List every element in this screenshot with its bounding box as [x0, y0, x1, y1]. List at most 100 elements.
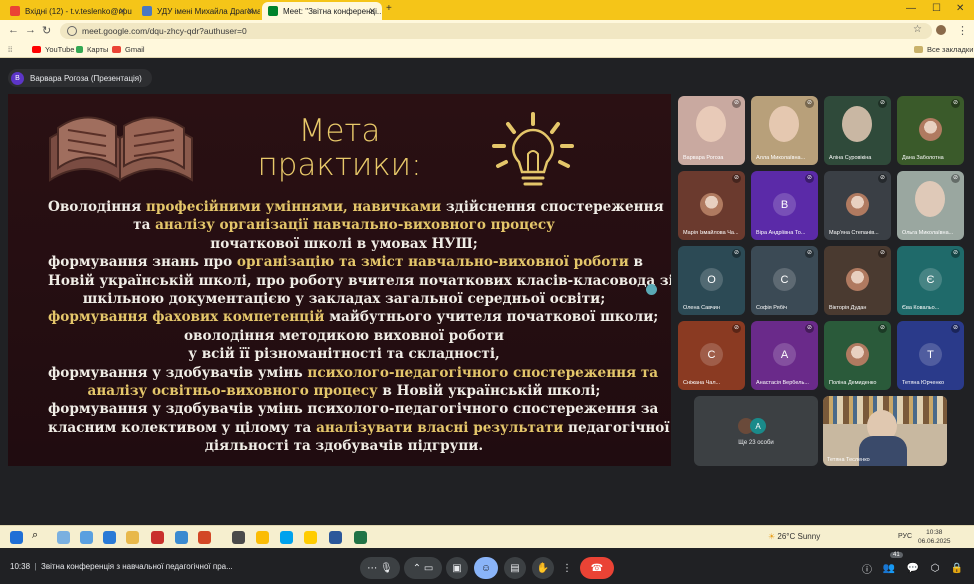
participant-name: Віра Андріївна То...: [756, 230, 806, 236]
participant-name: Аліна Суровікіна: [829, 155, 872, 161]
raise-hand-button[interactable]: ✋: [532, 557, 554, 579]
teams-icon[interactable]: [280, 531, 293, 544]
participant-name: Єва Ковальо...: [902, 305, 940, 311]
participant-tile[interactable]: Є ⊘ Єва Ковальо...: [897, 246, 964, 315]
clock[interactable]: 10:38 06.06.2025: [918, 528, 951, 546]
gmail-icon: [10, 6, 20, 16]
captions-button[interactable]: ▣: [446, 557, 468, 579]
powerpoint-icon[interactable]: [198, 531, 211, 544]
camera-button[interactable]: ⌃ ▭: [404, 557, 442, 579]
close-icon[interactable]: ✕: [246, 6, 254, 17]
activities-icon[interactable]: ⬡: [928, 557, 942, 579]
presentation-slide: Мета практики: Оволодіння професійними у…: [8, 94, 671, 466]
maximize-icon[interactable]: ☐: [932, 3, 941, 14]
more-options-icon[interactable]: ⋮: [560, 557, 574, 579]
info-icon[interactable]: ⓘ: [860, 557, 874, 579]
participant-tile[interactable]: ⊘ Ольга Миколаївна...: [897, 171, 964, 240]
slide-text: Оволодіння: [48, 199, 146, 215]
participant-tile[interactable]: ⊘ Варвара Рогоза: [678, 96, 745, 165]
profile-avatar[interactable]: [936, 25, 946, 35]
participant-tile[interactable]: ⊘ Аліна Суровікіна: [824, 96, 891, 165]
telegram-icon[interactable]: [175, 531, 188, 544]
word-icon[interactable]: [329, 531, 342, 544]
leave-call-button[interactable]: ☎: [580, 557, 614, 579]
participant-tile[interactable]: ⊘ Вікторія Дудан: [824, 246, 891, 315]
slide-text-line: формування у здобувачів умінь психолого-…: [48, 364, 658, 382]
tab-gmail[interactable]: Вхідні (12) - t.v.teslenko@npu.ed ✕: [4, 2, 132, 20]
close-icon[interactable]: ✕: [368, 6, 376, 17]
slide-body: Оволодіння професійними уміннями, навичк…: [48, 198, 671, 456]
mic-off-icon: ⊘: [805, 174, 814, 183]
self-view-tile[interactable]: Тетяна Тесленко: [823, 396, 947, 466]
meet-icon: [268, 6, 278, 16]
star-icon[interactable]: ☆: [913, 24, 922, 35]
participant-name: Тетяна Юрченко: [902, 380, 945, 386]
gmail-icon: [112, 46, 121, 53]
participant-tile[interactable]: Т ⊘ Тетяна Юрченко: [897, 321, 964, 390]
participant-avatar: В: [773, 193, 796, 216]
present-button[interactable]: ▤: [504, 557, 526, 579]
mail-icon[interactable]: [103, 531, 116, 544]
apps-icon[interactable]: ⁞⁞: [8, 45, 12, 54]
copilot-icon[interactable]: [57, 531, 70, 544]
new-tab-button[interactable]: +: [386, 3, 392, 14]
slide-highlight: формування фахових компетенцій: [48, 309, 325, 326]
tab-university[interactable]: УДУ імені Михайла Драгоманова ✕: [136, 2, 260, 20]
close-icon[interactable]: ✕: [118, 6, 126, 17]
forward-icon[interactable]: →: [25, 24, 36, 36]
tab-meet[interactable]: Meet: "Звітна конференці... ✕: [262, 2, 382, 20]
participant-tile[interactable]: ⊘ Марія Ізмайлова Ча...: [678, 171, 745, 240]
slide-highlight: організацію та зміст навчально-виховної …: [236, 254, 629, 271]
presenter-chip[interactable]: B Варвара Рогоза (Презентація): [8, 69, 152, 87]
bookmark-maps[interactable]: Карты: [76, 45, 108, 54]
participant-avatar: [846, 343, 869, 366]
back-icon[interactable]: ←: [8, 24, 19, 36]
zoom-icon[interactable]: [304, 531, 317, 544]
app-icon[interactable]: [232, 531, 245, 544]
site-info-icon[interactable]: [67, 26, 77, 36]
mic-off-icon: ⊘: [951, 99, 960, 108]
browser-tab-bar: Вхідні (12) - t.v.teslenko@npu.ed ✕ УДУ …: [0, 0, 974, 20]
menu-icon[interactable]: ⋮: [957, 24, 968, 37]
slide-text: класним колективом у цілому та: [48, 419, 317, 436]
participant-face: [915, 181, 945, 217]
explorer-icon[interactable]: [126, 531, 139, 544]
participant-name: Дана Заболотна: [902, 155, 944, 161]
language-indicator[interactable]: РУС: [898, 533, 912, 540]
emoji-button[interactable]: ☺: [474, 557, 498, 579]
reload-icon[interactable]: ↻: [42, 24, 51, 37]
mic-off-icon: ⊘: [732, 249, 741, 258]
participant-tile[interactable]: ⊘ Алла Миколаївна...: [751, 96, 818, 165]
all-bookmarks[interactable]: Все закладки: [914, 45, 973, 54]
participant-tile[interactable]: В ⊘ Віра Андріївна То...: [751, 171, 818, 240]
chrome-icon[interactable]: [256, 531, 269, 544]
participant-tile[interactable]: ⊘ Дана Заболотна: [897, 96, 964, 165]
chat-icon[interactable]: 💬: [906, 557, 920, 579]
search-icon[interactable]: ⌕: [32, 529, 45, 542]
url-input[interactable]: meet.google.com/dqu-zhcy-qdr?authuser=0: [60, 23, 932, 39]
participant-tile[interactable]: О ⊘ Олена Савчин: [678, 246, 745, 315]
windows-start-icon[interactable]: [10, 531, 23, 544]
participant-tile[interactable]: А ⊘ Анастасія Вербель...: [751, 321, 818, 390]
participant-face: [769, 106, 799, 142]
slide-text: та: [133, 217, 156, 234]
mic-off-icon: ⊘: [951, 324, 960, 333]
bookmark-youtube[interactable]: YouTube: [32, 45, 74, 54]
participant-tile[interactable]: ⊘ Мар'яна Степанів...: [824, 171, 891, 240]
opera-icon[interactable]: [151, 531, 164, 544]
bookmark-gmail[interactable]: Gmail: [112, 45, 145, 54]
participant-tile[interactable]: ⊘ Поліна Демиденко: [824, 321, 891, 390]
close-window-icon[interactable]: ✕: [956, 3, 964, 14]
people-icon[interactable]: 👥: [882, 557, 896, 579]
mic-off-icon: ⊘: [732, 324, 741, 333]
edge-icon[interactable]: [80, 531, 93, 544]
participant-tile[interactable]: С ⊘ Сніжана Чал...: [678, 321, 745, 390]
minimize-icon[interactable]: —: [906, 3, 916, 14]
lock-icon[interactable]: 🔒: [950, 557, 964, 579]
presenter-avatar: B: [11, 71, 24, 85]
more-participants-tile[interactable]: A Ще 23 особи: [694, 396, 818, 466]
weather-widget[interactable]: ☀ 26°C Sunny: [768, 532, 820, 541]
excel-icon[interactable]: [354, 531, 367, 544]
mic-button[interactable]: ⋯ 🎙: [360, 557, 400, 579]
participant-tile[interactable]: С ⊘ Софія Рябіч: [751, 246, 818, 315]
